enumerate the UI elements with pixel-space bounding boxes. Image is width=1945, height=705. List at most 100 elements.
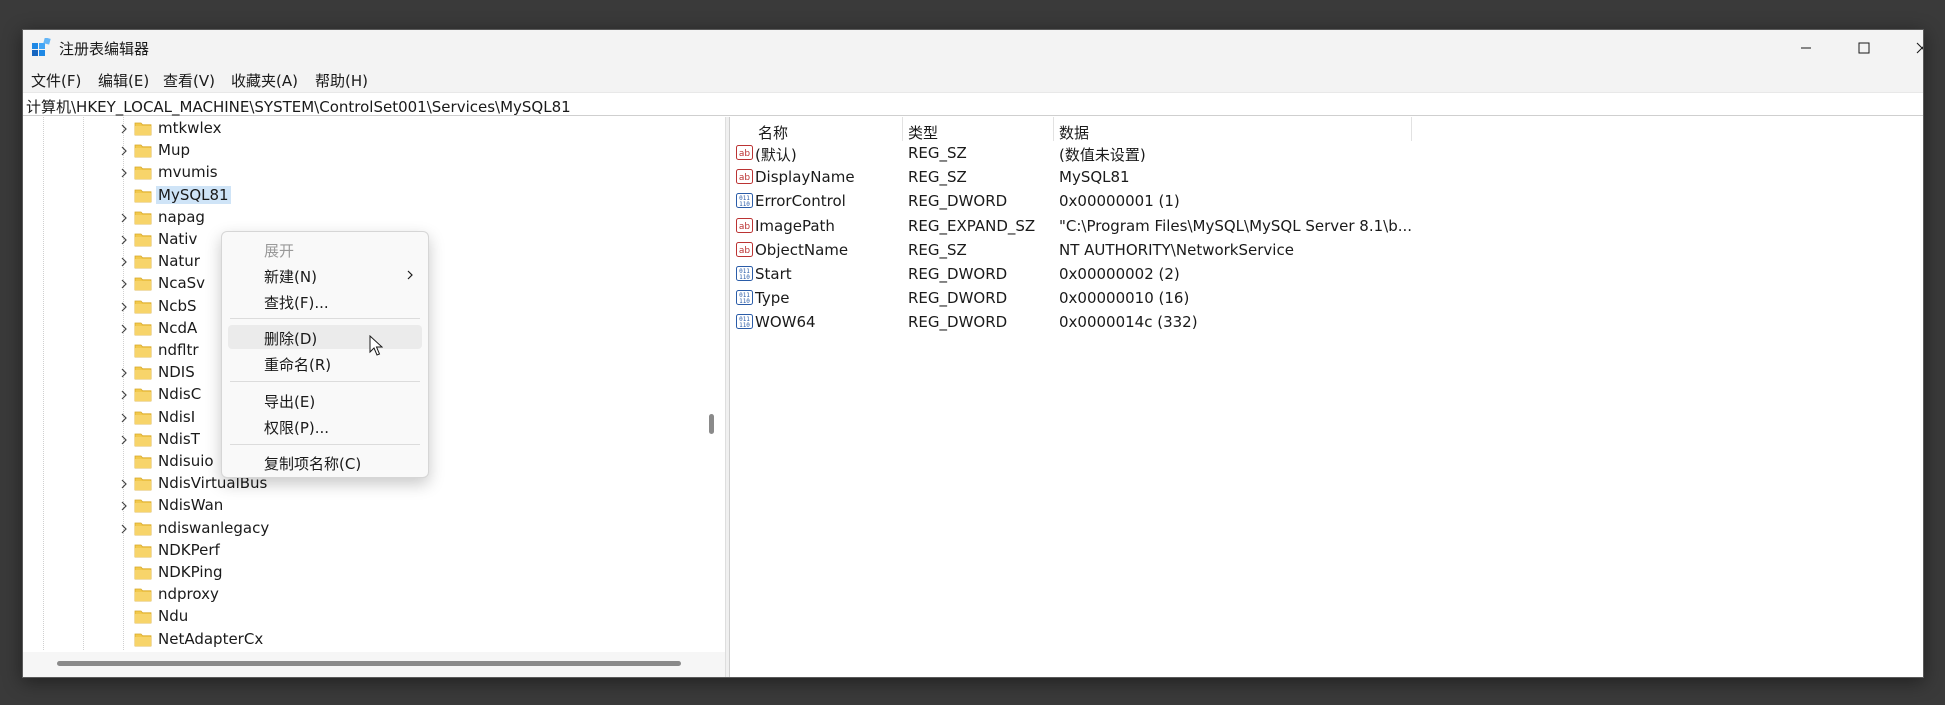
- context-menu-export[interactable]: 导出(E): [228, 388, 422, 412]
- tree-item[interactable]: NdisWan: [23, 495, 703, 517]
- expand-chevron-icon[interactable]: [117, 499, 131, 513]
- tree-item-label: NcaSv: [158, 274, 206, 293]
- tree-item[interactable]: ndiswanlegacy: [23, 518, 703, 540]
- context-menu-export-label: 导出(E): [264, 393, 316, 411]
- minimize-button[interactable]: [1777, 30, 1835, 66]
- tree-item[interactable]: ndproxy: [23, 584, 703, 606]
- column-divider[interactable]: [1411, 117, 1412, 141]
- context-menu-permissions[interactable]: 权限(P)...: [228, 414, 422, 438]
- tree-item-label: Ndu: [158, 607, 189, 626]
- menu-file[interactable]: 文件(F): [31, 70, 81, 91]
- tree-horizontal-scrollbar[interactable]: [23, 652, 725, 677]
- value-row[interactable]: 011 110 ErrorControl REG_DWORD 0x00000001 (1…: [730, 189, 1923, 213]
- context-menu-delete[interactable]: 删除(D): [228, 325, 422, 349]
- expand-chevron-icon[interactable]: [117, 233, 131, 247]
- menu-edit[interactable]: 编辑(E): [98, 70, 149, 91]
- value-row[interactable]: 011 110 Type REG_DWORD 0x00000010 (16): [730, 286, 1923, 310]
- folder-icon: [134, 609, 152, 624]
- menu-view[interactable]: 查看(V): [163, 70, 215, 91]
- tree-item-label: napag: [158, 207, 205, 226]
- value-type: REG_DWORD: [908, 192, 1008, 211]
- value-type: REG_DWORD: [908, 265, 1008, 283]
- value-row[interactable]: 011 110 WOW64 REG_DWORD 0x0000014c (332): [730, 310, 1923, 334]
- expand-chevron-icon[interactable]: [117, 388, 131, 402]
- expand-chevron-icon[interactable]: [117, 300, 131, 314]
- tree-vertical-scrollbar[interactable]: [709, 414, 714, 434]
- expand-chevron-icon[interactable]: [117, 411, 131, 425]
- tree-horizontal-scroll-thumb[interactable]: [57, 661, 681, 666]
- maximize-button[interactable]: [1835, 30, 1893, 66]
- minimize-icon: [1801, 47, 1811, 49]
- menu-help[interactable]: 帮助(H): [315, 70, 368, 91]
- expand-chevron-icon[interactable]: [117, 166, 131, 180]
- value-name: Type: [755, 289, 790, 308]
- context-menu-new[interactable]: 新建(N): [228, 263, 422, 287]
- value-type: REG_SZ: [908, 168, 967, 187]
- column-divider[interactable]: [1053, 117, 1054, 141]
- column-header-name[interactable]: 名称: [758, 122, 788, 143]
- column-header-type[interactable]: 类型: [908, 122, 938, 143]
- string-value-icon: ab: [736, 217, 753, 234]
- folder-icon: [134, 498, 152, 513]
- expand-chevron-icon[interactable]: [117, 477, 131, 491]
- folder-icon: [134, 121, 152, 136]
- menu-favorites[interactable]: 收藏夹(A): [231, 70, 298, 91]
- svg-text:ab: ab: [739, 149, 751, 159]
- tree-item-label: NcbS: [158, 296, 197, 315]
- address-bar[interactable]: 计算机\HKEY_LOCAL_MACHINE\SYSTEM\ControlSet…: [23, 92, 1923, 116]
- context-menu-copy-key-name[interactable]: 复制项名称(C): [228, 450, 422, 474]
- folder-icon: [134, 521, 152, 536]
- expand-chevron-icon[interactable]: [117, 211, 131, 225]
- value-type: REG_DWORD: [908, 313, 1008, 332]
- value-row[interactable]: 011 110 Start REG_DWORD 0x00000002 (2): [730, 262, 1923, 286]
- folder-icon: [134, 454, 152, 469]
- expand-chevron-icon[interactable]: [117, 122, 131, 136]
- context-menu-separator: [230, 444, 420, 445]
- tree-item[interactable]: napag: [23, 207, 703, 229]
- context-menu-find[interactable]: 查找(F)...: [228, 289, 422, 313]
- tree-item[interactable]: Mup: [23, 140, 703, 162]
- value-row[interactable]: ab DisplayName REG_SZ MySQL81: [730, 165, 1923, 189]
- value-row[interactable]: ab ObjectName REG_SZ NT AUTHORITY\NetworkSe…: [730, 238, 1923, 262]
- tree-item[interactable]: NetAdapterCx: [23, 629, 703, 651]
- value-name: ObjectName: [755, 240, 849, 259]
- value-row[interactable]: ab (默认) REG_SZ (数值未设置): [730, 141, 1923, 165]
- title-bar[interactable]: 注册表编辑器: [23, 30, 1923, 66]
- folder-icon: [134, 432, 152, 447]
- folder-icon: [134, 321, 152, 336]
- values-pane[interactable]: 名称 类型 数据 ab (默认) REG_SZ (数值未设置) ab DisplayNam…: [730, 117, 1923, 677]
- value-row[interactable]: ab ImagePath REG_EXPAND_SZ "C:\Program File…: [730, 214, 1923, 238]
- value-name: (默认): [755, 146, 797, 164]
- column-divider[interactable]: [902, 117, 903, 141]
- context-menu-rename[interactable]: 重命名(R): [228, 351, 422, 375]
- svg-text:ab: ab: [739, 246, 751, 256]
- expand-chevron-icon[interactable]: [117, 322, 131, 336]
- tree-item[interactable]: MySQL81: [23, 185, 703, 207]
- tree-item-label: MySQL81: [156, 185, 231, 204]
- tree-item[interactable]: mvumis: [23, 162, 703, 184]
- tree-item[interactable]: Ndu: [23, 606, 703, 628]
- folder-icon: [134, 254, 152, 269]
- context-menu-expand[interactable]: 展开: [228, 237, 422, 261]
- tree-item-label: NdisC: [158, 385, 202, 404]
- tree-item[interactable]: NDKPerf: [23, 540, 703, 562]
- tree-item-label: NDKPing: [158, 563, 223, 581]
- folder-icon: [134, 587, 152, 602]
- tree-item[interactable]: mtkwlex: [23, 118, 703, 140]
- column-header-data[interactable]: 数据: [1059, 122, 1089, 143]
- folder-icon: [134, 299, 152, 314]
- folder-icon: [134, 387, 152, 402]
- expand-chevron-icon[interactable]: [117, 144, 131, 158]
- address-path[interactable]: 计算机\HKEY_LOCAL_MACHINE\SYSTEM\ControlSet…: [26, 96, 571, 117]
- expand-chevron-icon[interactable]: [117, 433, 131, 447]
- expand-chevron-icon[interactable]: [117, 277, 131, 291]
- value-type: REG_SZ: [908, 240, 967, 259]
- tree-item[interactable]: NDKPing: [23, 562, 703, 584]
- expand-chevron-icon[interactable]: [117, 366, 131, 380]
- folder-icon: [134, 410, 152, 425]
- expand-chevron-icon[interactable]: [117, 255, 131, 269]
- expand-chevron-icon[interactable]: [117, 522, 131, 536]
- close-button[interactable]: [1893, 30, 1923, 66]
- value-name: WOW64: [755, 313, 816, 332]
- svg-text:ab: ab: [739, 173, 751, 183]
